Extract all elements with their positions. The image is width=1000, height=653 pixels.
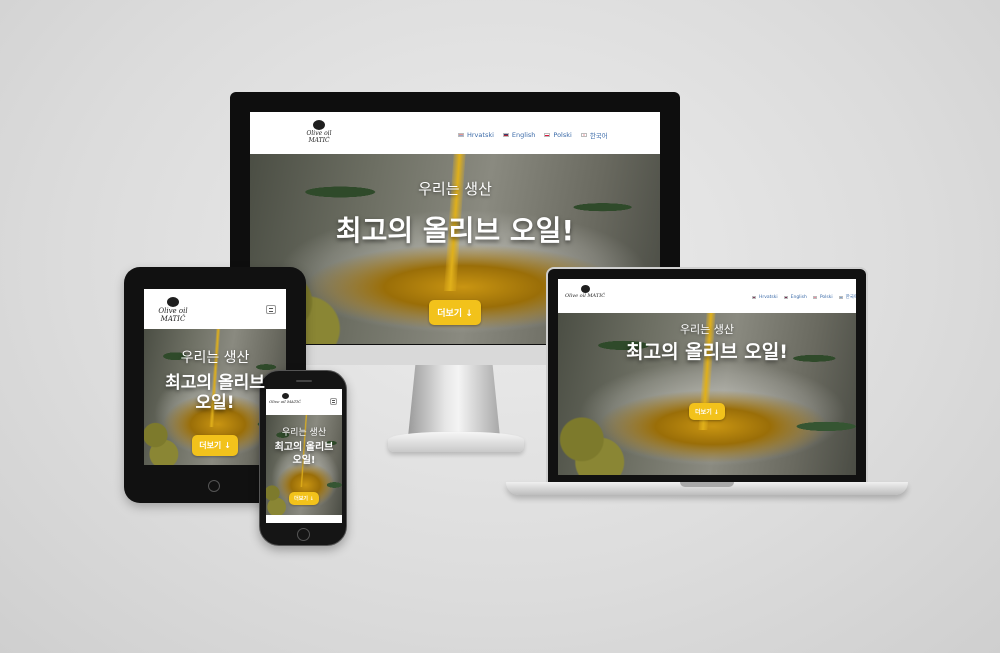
lang-polski[interactable]: Polski <box>544 130 572 140</box>
hero-title-line2: 오일! <box>195 393 235 413</box>
olive-logo-icon <box>313 120 325 130</box>
menu-toggle-button[interactable] <box>330 398 337 405</box>
lang-label: English <box>511 131 536 139</box>
language-nav: Hrvatski English Polski 한국어 <box>458 130 608 140</box>
lang-hrvatski[interactable]: Hrvatski <box>752 294 778 300</box>
flag-pl-icon <box>544 133 551 137</box>
lang-label: Hrvatski <box>759 294 778 300</box>
tablet-home-button[interactable] <box>208 480 220 492</box>
hero-title: 최고의 올리브 오일! <box>335 214 575 247</box>
language-nav: Hrvatski English Polski 한국어 <box>752 294 856 300</box>
logo-text: Olive oil MATIĆ <box>306 130 332 144</box>
hero-section: 우리는 생산 최고의 올리브 오일! 더보기 ↓ <box>144 329 286 465</box>
more-button[interactable]: 더보기 ↓ <box>192 435 238 456</box>
hero-section: 우리는 생산 최고의 올리브 오일! 더보기 ↓ <box>250 154 660 344</box>
lang-label: 한국어 <box>845 295 856 300</box>
lang-korean[interactable]: 한국어 <box>580 130 608 140</box>
hero-subtitle: 우리는 생산 <box>281 428 327 438</box>
lang-label: 한국어 <box>589 132 608 140</box>
flag-pl-icon <box>812 295 817 299</box>
lang-polski[interactable]: Polski <box>812 294 833 300</box>
flag-kr-icon <box>838 295 843 299</box>
laptop-notch <box>680 482 734 487</box>
flag-en-icon <box>502 133 509 137</box>
monitor-stand-neck <box>408 365 500 437</box>
hero-subtitle: 우리는 생산 <box>180 350 250 366</box>
desktop-screen: Olive oil MATIĆ Hrvatski English Polski <box>250 112 660 344</box>
site-logo[interactable]: Olive oil MATIĆ <box>564 285 606 299</box>
lang-english[interactable]: English <box>783 294 807 300</box>
more-button[interactable]: 더보기 ↓ <box>429 300 481 325</box>
logo-text: Olive oil MATIĆ <box>564 293 606 299</box>
hero-section: 우리는 생산 최고의 올리브 오일! 더보기 ↓ <box>266 415 342 515</box>
phone-home-button[interactable] <box>297 528 310 541</box>
olive-logo-icon <box>580 285 590 293</box>
hero-cta: 더보기 ↓ <box>144 433 286 456</box>
lang-label: Hrvatski <box>467 131 494 139</box>
hero-cta: 더보기 ↓ <box>266 485 342 505</box>
more-button[interactable]: 더보기 ↓ <box>289 492 319 505</box>
phone-speaker <box>296 380 312 382</box>
more-button[interactable]: 더보기 ↓ <box>689 403 725 420</box>
logo-text: Olive oil MATIĆ <box>158 307 188 323</box>
hero-title-line1: 최고의 올리브 <box>165 373 265 393</box>
lang-label: Polski <box>553 131 572 139</box>
flag-en-icon <box>783 295 788 299</box>
site-logo[interactable]: Olive oil MATIĆ <box>146 297 200 323</box>
hero-title-line2: 오일! <box>292 455 316 466</box>
hero-title-line1: 최고의 올리브 <box>274 442 334 453</box>
hero-subtitle: 우리는 생산 <box>418 180 492 198</box>
monitor-stand-base <box>388 432 524 452</box>
site-logo[interactable]: Olive oil MATIĆ <box>296 120 342 144</box>
site-header: Olive oil MATIĆ Hrvatski English Polski <box>250 112 660 154</box>
flag-hr-icon <box>752 295 756 299</box>
lang-label: English <box>790 294 807 300</box>
lang-korean[interactable]: 한국어 <box>838 294 856 300</box>
olive-logo-icon <box>167 297 179 307</box>
flag-hr-icon <box>458 133 464 137</box>
hero-title: 최고의 올리브 오일! <box>626 341 788 363</box>
lang-english[interactable]: English <box>502 130 536 140</box>
hero-section: 우리는 생산 최고의 올리브 오일! 더보기 ↓ <box>558 313 856 475</box>
hero-cta: 더보기 ↓ <box>558 399 856 420</box>
flag-kr-icon <box>580 133 587 137</box>
hero-subtitle: 우리는 생산 <box>679 323 735 336</box>
lang-label: Polski <box>819 294 833 300</box>
lang-hrvatski[interactable]: Hrvatski <box>458 130 494 140</box>
